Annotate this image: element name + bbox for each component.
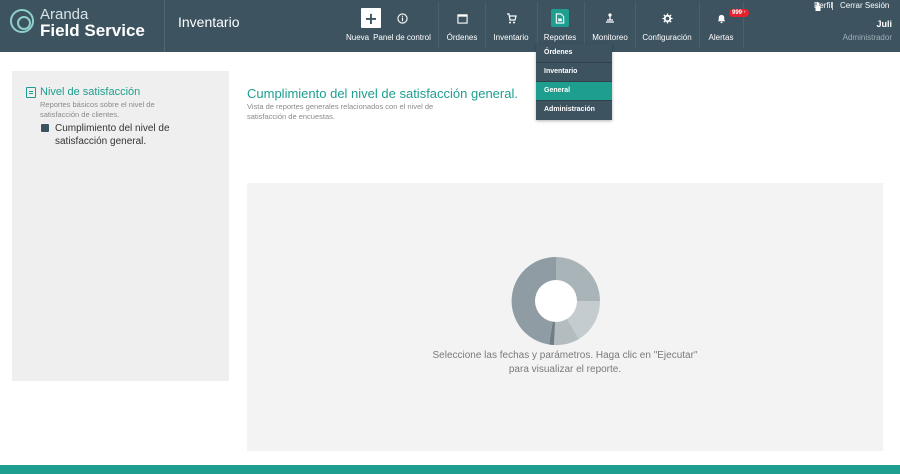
reports-dropdown-menu: Órdenes Inventario General Administració… — [536, 44, 612, 120]
brand-name-bottom: Field Service — [40, 21, 145, 40]
app-root: Aranda Field Service Inventario + Nueva … — [0, 0, 900, 474]
document-icon — [26, 87, 36, 98]
nav-orders-button[interactable]: Órdenes — [441, 0, 483, 52]
dropdown-item-orders[interactable]: Órdenes — [536, 44, 612, 62]
info-icon — [393, 10, 411, 26]
footer-accent-bar — [0, 465, 900, 474]
alerts-count-badge: 999+ — [729, 9, 749, 17]
nav-alerts-label: Alertas — [708, 33, 734, 42]
nav-alerts-button[interactable]: 999+ Alertas — [701, 0, 749, 52]
report-icon — [551, 9, 569, 27]
nav-divider — [584, 2, 585, 48]
section-title: Inventario — [178, 14, 240, 30]
report-sidebar: Nivel de satisfacción Reportes básicos s… — [12, 71, 229, 381]
report-viewer: Seleccione las fechas y parámetros. Haga… — [247, 183, 883, 451]
user-role: Administrador — [842, 33, 892, 42]
monitor-icon — [601, 10, 619, 26]
dropdown-item-administration[interactable]: Administración — [536, 101, 612, 119]
nav-inventory-label: Inventario — [493, 33, 529, 42]
nav-inventory-button[interactable]: Inventario — [487, 0, 535, 52]
nav-divider — [635, 2, 636, 48]
nav-config-label: Configuración — [642, 33, 692, 42]
top-bar: Aranda Field Service Inventario + Nueva … — [0, 0, 900, 52]
report-description: Vista de reportes generales relacionados… — [247, 102, 434, 121]
nav-divider — [699, 2, 700, 48]
nav-new-label: Nueva — [346, 33, 370, 42]
calendar-icon — [453, 10, 471, 26]
aranda-logo-icon — [10, 9, 34, 33]
nav-reports-label: Reportes — [543, 33, 577, 42]
logout-link[interactable]: Cerrar Sesión — [840, 1, 889, 10]
nav-divider — [743, 2, 744, 48]
sidebar-category-description: Reportes básicos sobre el nivel de satis… — [40, 100, 155, 119]
empty-report-message-line1: Seleccione las fechas y parámetros. Haga… — [432, 350, 698, 361]
nav-dashboard-label: Panel de control — [373, 33, 431, 42]
dropdown-item-inventory[interactable]: Inventario — [536, 63, 612, 81]
inventory-icon — [502, 10, 520, 26]
nav-dashboard-button[interactable]: Panel de control — [368, 0, 436, 52]
sidebar-report-item[interactable]: Cumplimiento del nivel de satisfacción g… — [55, 122, 215, 148]
bell-icon — [712, 10, 730, 26]
nav-divider — [485, 2, 486, 48]
empty-report-message-line2: para visualizar el reporte. — [508, 364, 622, 375]
gear-icon — [658, 10, 676, 26]
header-divider — [164, 0, 165, 52]
report-title: Cumplimiento del nivel de satisfacción g… — [247, 86, 518, 101]
nav-monitor-label: Monitoreo — [592, 33, 628, 42]
report-item-icon — [41, 124, 49, 132]
empty-report-donut-icon — [511, 256, 601, 346]
user-icon — [815, 2, 821, 11]
nav-config-button[interactable]: Configuración — [637, 0, 697, 52]
dropdown-item-general[interactable]: General — [536, 82, 612, 100]
nav-divider — [537, 2, 538, 48]
user-name: Juli — [876, 19, 892, 29]
nav-orders-label: Órdenes — [446, 33, 478, 42]
empty-report-message: Seleccione las fechas y parámetros. Haga… — [247, 349, 883, 377]
sidebar-category-title[interactable]: Nivel de satisfacción — [40, 86, 140, 98]
nav-divider — [438, 2, 439, 48]
header-link-separator: | — [831, 1, 834, 10]
